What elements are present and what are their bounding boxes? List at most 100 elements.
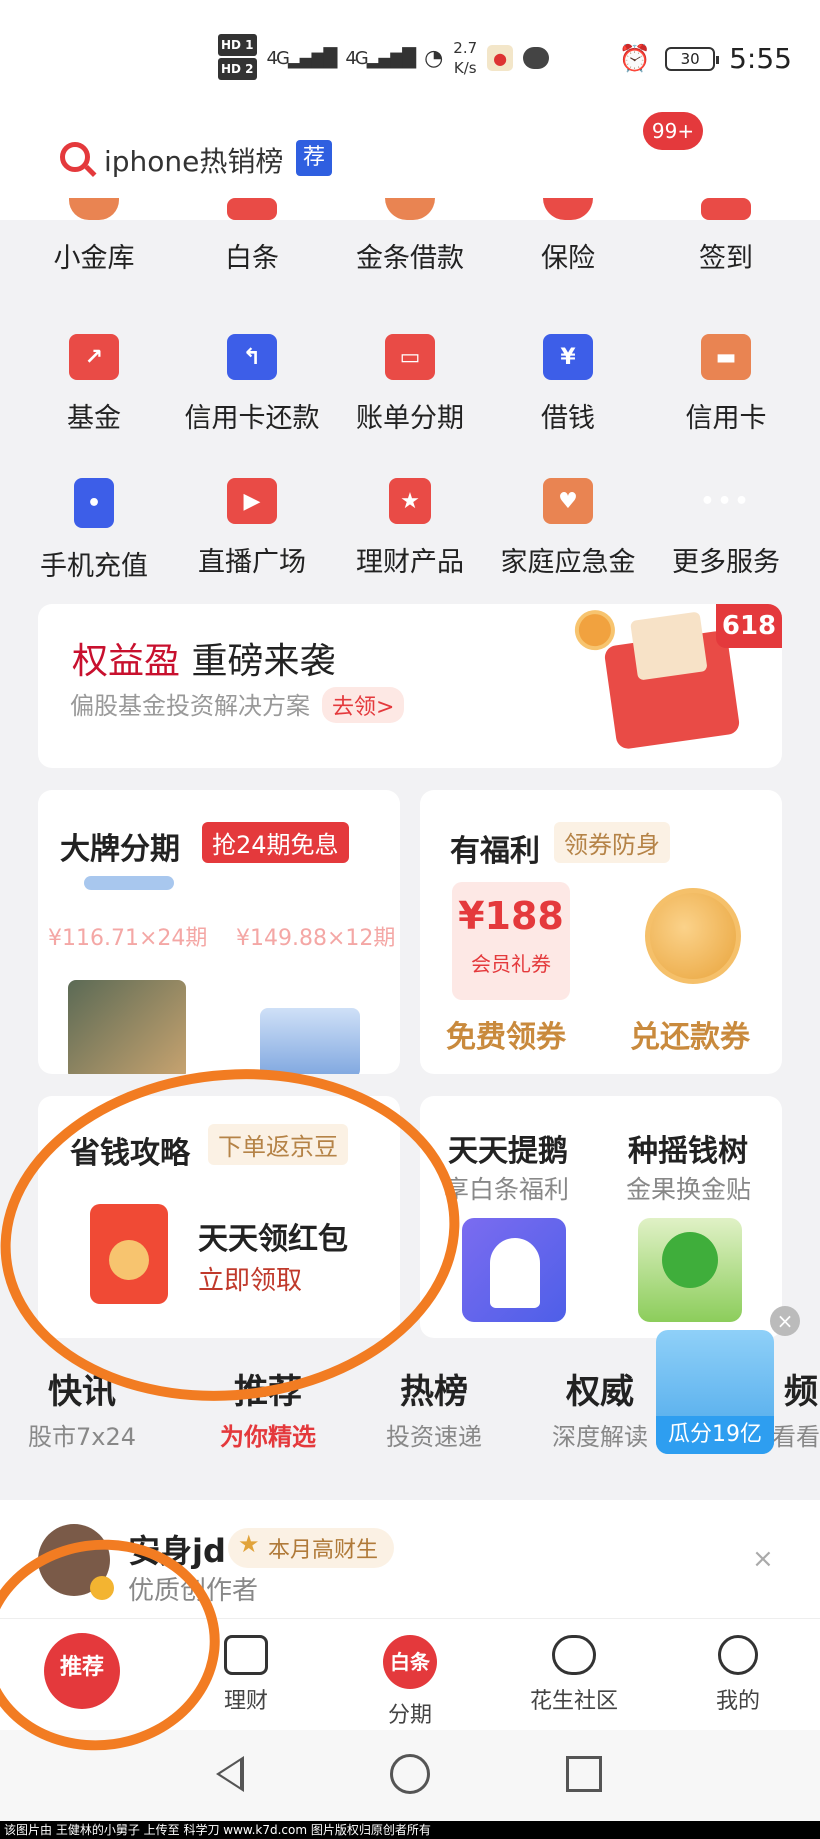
status-left: HD 1 HD 2 4G▂▄▆█ 4G▂▄▆█ ◔ 2.7 K/s ● [218, 34, 550, 82]
promo-go-button[interactable]: 去领> [322, 687, 405, 723]
service-live[interactable]: ▶ 直播广场 [170, 478, 334, 579]
hd2-label: HD 2 [218, 58, 257, 80]
coupon-label: 会员礼券 [471, 952, 551, 976]
service-bill-installment[interactable]: ▭ 账单分期 [328, 334, 492, 435]
watermark-footer: 该图片由 王健林的小舅子 上传至 科学刀 www.k7d.com 图片版权归原创… [0, 1821, 820, 1839]
battery-icon: 30 [665, 46, 720, 71]
floating-close-icon[interactable]: × [770, 1306, 800, 1336]
chart-icon: ↗ [69, 334, 119, 380]
tiepeng-title[interactable]: 天天提鹅 [448, 1126, 568, 1170]
status-right: ⏰ 30 5:55 [619, 42, 792, 75]
service-borrow[interactable]: ¥ 借钱 [486, 334, 650, 435]
search-input[interactable]: iphone热销榜 [104, 140, 283, 180]
more-dots-icon: ••• [700, 488, 752, 514]
free-coupon-label[interactable]: 免费领券 [446, 1012, 566, 1056]
recommend-tag: 荐 [296, 140, 332, 176]
service-baitiao[interactable]: 白条 [170, 198, 334, 275]
bookmark-star-icon: ★ [389, 478, 431, 524]
benefit-title: 有福利 [450, 834, 540, 869]
baitiao-icon: 白条 [383, 1635, 437, 1689]
tab-hot[interactable]: 热榜 投资速递 [352, 1364, 516, 1452]
racket-image[interactable] [68, 980, 186, 1074]
service-credit-repay[interactable]: ↰ 信用卡还款 [170, 334, 334, 435]
back-icon[interactable] [216, 1756, 244, 1792]
plus-icon [385, 198, 435, 220]
services-row-2: ↗ 基金 ↰ 信用卡还款 ▭ 账单分期 ¥ 借钱 ▬ 信用卡 [0, 334, 820, 474]
peanut-icon [552, 1635, 596, 1675]
wifi-icon: ◔ [424, 45, 444, 71]
service-xiaojinku[interactable]: 小金库 [12, 198, 176, 275]
coupon-amount: ¥188 [458, 894, 564, 938]
phone-icon: • [74, 478, 114, 528]
hd-indicator: HD 1 HD 2 [218, 34, 257, 82]
cash-coupon-label[interactable]: 兑还款券 [630, 1012, 750, 1056]
signal-2-icon: 4G▂▄▆█ [345, 47, 416, 69]
house-heart-icon: ♥ [543, 478, 593, 524]
wallet-icon: ▬ [701, 334, 751, 380]
mini-games-card[interactable]: 天天提鹅 享白条福利 种摇钱树 金果换金贴 [420, 1096, 782, 1338]
author-badge: 本月高财生 [228, 1528, 395, 1568]
brand-title: 大牌分期 [60, 832, 180, 867]
money-tree-icon[interactable] [638, 1218, 742, 1322]
services-row-3: • 手机充值 ▶ 直播广场 ★ 理财产品 ♥ 家庭应急金 ••• 更多服务 [0, 478, 820, 618]
service-more[interactable]: ••• 更多服务 [644, 478, 808, 579]
recent-apps-icon[interactable] [566, 1756, 602, 1792]
promo-title: 权益盈 重磅来袭 [72, 641, 336, 682]
benefit-card[interactable]: 有福利 领券防身 ¥188 会员礼券 免费领券 兑还款券 [420, 790, 782, 1074]
message-badge[interactable]: 99+ [643, 112, 703, 150]
nav-community[interactable]: 花生社区 [492, 1635, 656, 1715]
home-icon[interactable] [390, 1754, 430, 1794]
product-thumb-1 [84, 876, 174, 890]
wallet-illustration [572, 607, 741, 751]
service-phone-topup[interactable]: • 手机充值 [12, 478, 176, 583]
smile-icon [718, 1635, 758, 1675]
tree-sub: 金果换金贴 [626, 1175, 752, 1204]
services-row-1: 小金库 白条 金条借款 保险 签到 [0, 198, 820, 338]
service-fund[interactable]: ↗ 基金 [12, 334, 176, 435]
price-2: ¥149.88×12期 [236, 926, 396, 951]
floating-activity-label: 瓜分19亿 [656, 1416, 774, 1454]
service-family-emergency[interactable]: ♥ 家庭应急金 [486, 478, 650, 579]
yen-icon: ¥ [543, 334, 593, 380]
price-1: ¥116.71×24期 [48, 926, 208, 951]
floating-activity[interactable]: 瓜分19亿 [656, 1330, 774, 1454]
service-jintiao[interactable]: 金条借款 [328, 198, 492, 275]
benefit-tag: 领券防身 [554, 822, 670, 863]
coin-icon [572, 607, 618, 653]
hd1-label: HD 1 [218, 34, 257, 56]
calendar-icon [701, 198, 751, 220]
member-coupon[interactable]: ¥188 会员礼券 [452, 882, 570, 1000]
tree-title[interactable]: 种摇钱树 [628, 1126, 748, 1170]
signal-1-icon: 4G▂▄▆█ [266, 47, 338, 69]
network-speed: 2.7 K/s [453, 39, 478, 77]
search-icon[interactable] [60, 142, 90, 172]
promo-subtitle: 偏股基金投资解决方案 去领> [70, 686, 405, 723]
wallet-icon [224, 1635, 268, 1675]
clock: 5:55 [729, 42, 792, 75]
tv-icon: ▶ [227, 478, 277, 524]
service-insurance[interactable]: 保险 [486, 198, 650, 275]
goose-icon[interactable] [462, 1218, 566, 1322]
coin-icon [69, 198, 119, 220]
gold-coin-icon [645, 888, 741, 984]
service-wealth-products[interactable]: ★ 理财产品 [328, 478, 492, 579]
tissue-image[interactable] [260, 1008, 360, 1074]
tag-618: 618 [716, 604, 782, 648]
tomato-app-icon: ● [487, 45, 514, 71]
status-bar: HD 1 HD 2 4G▂▄▆█ 4G▂▄▆█ ◔ 2.7 K/s ● ⏰ 30 … [0, 0, 820, 112]
heart-icon [543, 198, 593, 220]
close-icon[interactable]: × [752, 1544, 774, 1574]
brand-installment-card[interactable]: 大牌分期 抢24期免息 ¥116.71×24期 ¥149.88×12期 [38, 790, 400, 1074]
bill-icon: ▭ [385, 334, 435, 380]
alarm-icon: ⏰ [618, 43, 652, 74]
tiepeng-sub: 享白条福利 [444, 1175, 570, 1204]
chat-icon [523, 47, 550, 69]
repay-icon: ↰ [227, 334, 277, 380]
card-icon [227, 198, 277, 220]
nav-installment[interactable]: 白条 分期 [328, 1635, 492, 1729]
service-signin[interactable]: 签到 [644, 198, 808, 275]
service-credit-card[interactable]: ▬ 信用卡 [644, 334, 808, 435]
promo-banner[interactable]: 权益盈 重磅来袭 偏股基金投资解决方案 去领> 618 [38, 604, 782, 768]
brand-tag: 抢24期免息 [202, 822, 349, 863]
nav-mine[interactable]: 我的 [656, 1635, 820, 1715]
